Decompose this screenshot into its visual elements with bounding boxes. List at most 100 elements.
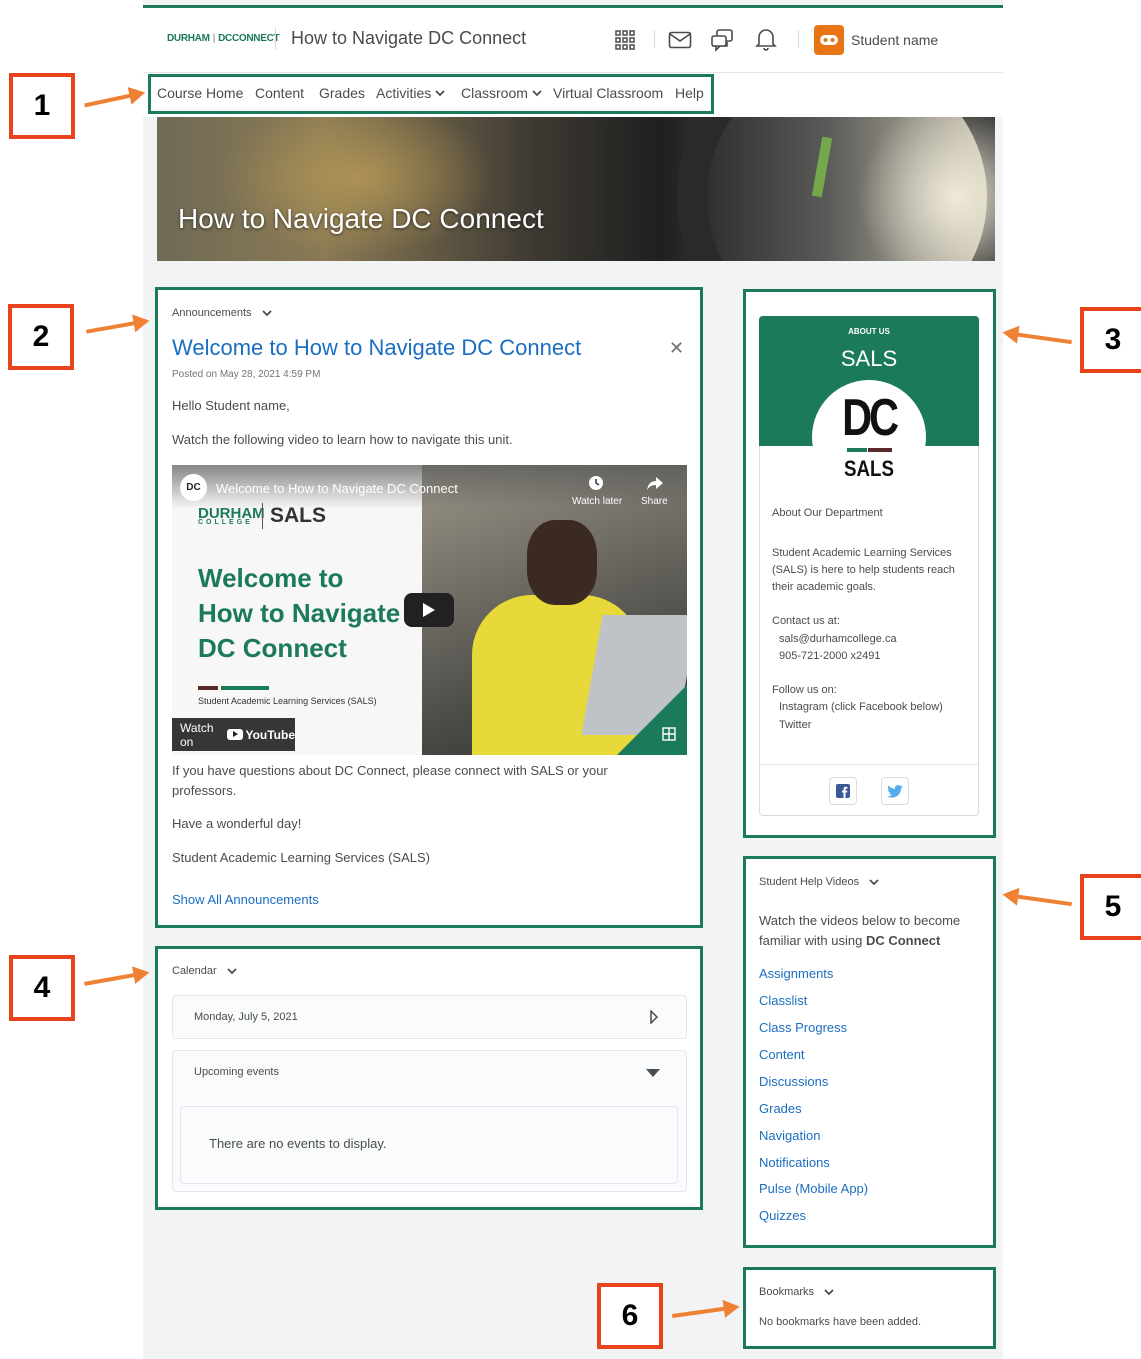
help-link-notifications[interactable]: Notifications	[759, 1155, 830, 1170]
course-banner-image	[157, 117, 995, 261]
video-title[interactable]: Welcome to How to Navigate DC Connect	[216, 481, 458, 496]
mask-icon	[820, 35, 838, 45]
bookmarks-widget-title[interactable]: Bookmarks	[759, 1286, 834, 1298]
header-divider	[798, 30, 799, 48]
video-brand-sals: SALS	[270, 504, 327, 527]
org-logo[interactable]: DURHAM | DCCONNECT	[167, 33, 280, 44]
announcements-widget-title[interactable]: Announcements	[172, 307, 272, 319]
twitter-button[interactable]	[881, 777, 909, 805]
about-heading: About Our Department	[772, 507, 883, 519]
announcement-intro: Watch the following video to learn how t…	[172, 432, 513, 447]
help-link-quizzes[interactable]: Quizzes	[759, 1208, 806, 1223]
help-link-pulse[interactable]: Pulse (Mobile App)	[759, 1181, 868, 1196]
callout-6: 6	[597, 1283, 663, 1349]
contact-label: Contact us at:	[772, 615, 840, 627]
help-link-discussions[interactable]: Discussions	[759, 1074, 828, 1089]
bell-icon[interactable]	[753, 26, 779, 52]
help-intro-bold: DC Connect	[865, 933, 941, 948]
discussion-icon[interactable]	[709, 27, 735, 53]
close-icon[interactable]: ✕	[669, 338, 684, 359]
about-desc-line: Student Academic Learning Services	[772, 547, 952, 559]
calendar-date: Monday, July 5, 2021	[194, 1011, 298, 1023]
course-title[interactable]: How to Navigate DC Connect	[291, 28, 526, 49]
grid-icon	[661, 726, 677, 747]
watch-on-youtube-button[interactable]: Watch on YouTube	[172, 718, 295, 751]
facebook-icon	[836, 784, 850, 798]
share-label[interactable]: Share	[641, 496, 668, 507]
about-name: SALS	[840, 346, 898, 371]
callout-4: 4	[9, 955, 75, 1021]
facebook-button[interactable]	[829, 777, 857, 805]
widget-title-label: Student Help Videos	[759, 876, 860, 888]
contact-email[interactable]: sals@durhamcollege.ca	[779, 633, 897, 645]
callout-arrow	[86, 320, 140, 334]
announcement-heading[interactable]: Welcome to How to Navigate DC Connect	[172, 335, 581, 361]
chevron-right-icon[interactable]	[650, 1010, 658, 1024]
banner-title: How to Navigate DC Connect	[178, 203, 544, 234]
calendar-date-row[interactable]: Monday, July 5, 2021	[172, 995, 687, 1039]
logo-dcconnect: DCCONNECT	[218, 33, 280, 44]
calendar-widget-title[interactable]: Calendar	[172, 965, 237, 977]
widget-title-label: Calendar	[172, 965, 217, 977]
help-intro-line1: Watch the videos below to become	[759, 913, 961, 928]
avatar[interactable]	[814, 25, 844, 55]
video-channel-logo[interactable]: DC	[180, 474, 207, 501]
announcement-questions-line1: If you have questions about DC Connect, …	[172, 763, 608, 778]
twitter-label: Twitter	[779, 719, 812, 731]
help-link-grades[interactable]: Grades	[759, 1101, 802, 1116]
youtube-label: YouTube	[245, 727, 295, 742]
watch-later-label[interactable]: Watch later	[572, 496, 622, 507]
chevron-down-icon	[227, 967, 237, 974]
clock-icon[interactable]	[588, 475, 604, 496]
no-bookmarks-message: No bookmarks have been added.	[759, 1316, 922, 1328]
waffle-icon[interactable]	[612, 27, 638, 53]
logo-durham: DURHAM	[167, 33, 210, 44]
chevron-down-icon	[869, 878, 879, 885]
video-headline-line3: DC Connect	[198, 633, 347, 663]
help-link-navigation[interactable]: Navigation	[759, 1128, 820, 1143]
help-link-class-progress[interactable]: Class Progress	[759, 1020, 847, 1035]
callout-2: 2	[8, 304, 74, 370]
caret-down-icon[interactable]	[646, 1069, 660, 1077]
video-accent-bar	[221, 686, 269, 690]
help-link-content[interactable]: Content	[759, 1047, 805, 1062]
announcement-date: Posted on May 28, 2021 4:59 PM	[172, 369, 321, 380]
upcoming-events-label: Upcoming events	[194, 1066, 279, 1078]
callout-1: 1	[9, 73, 75, 139]
sals-logo-dc: DC	[842, 389, 899, 447]
sals-logo-bar	[847, 448, 867, 452]
play-button[interactable]	[404, 593, 454, 627]
widget-title-label: Bookmarks	[759, 1286, 815, 1298]
student-name[interactable]: Student name	[851, 32, 938, 48]
chevron-down-icon	[261, 309, 272, 316]
no-events-message: There are no events to display.	[209, 1136, 387, 1151]
play-icon	[423, 603, 435, 617]
widget-title-label: Announcements	[172, 307, 252, 319]
callout-arrow	[84, 972, 140, 986]
video-headline-line2: How to Navigate	[198, 598, 401, 628]
about-desc-line: (SALS) is here to help students reach	[772, 564, 955, 576]
video-accent-bar	[198, 686, 218, 690]
callout-5: 5	[1080, 874, 1141, 940]
sals-logo-bar	[868, 448, 892, 452]
callout-3: 3	[1080, 307, 1141, 373]
help-link-assignments[interactable]: Assignments	[759, 966, 833, 981]
callout-arrow	[84, 92, 136, 108]
share-icon[interactable]	[646, 475, 664, 496]
video-brand-divider	[262, 503, 263, 529]
follow-label: Follow us on:	[772, 684, 837, 696]
callout-arrow	[1012, 331, 1072, 345]
video-subtitle: Student Academic Learning Services (SALS…	[198, 696, 377, 706]
video-headline-line1: Welcome to	[198, 563, 344, 593]
help-videos-widget-title[interactable]: Student Help Videos	[759, 876, 879, 888]
header-divider	[275, 28, 276, 50]
mail-icon[interactable]	[667, 27, 693, 53]
about-desc-line: their academic goals.	[772, 581, 876, 593]
announcement-signature: Student Academic Learning Services (SALS…	[172, 850, 430, 865]
help-link-classlist[interactable]: Classlist	[759, 993, 807, 1008]
navbar-highlight-box	[148, 74, 714, 114]
header-divider	[654, 30, 655, 48]
callout-arrow	[1012, 893, 1072, 907]
show-all-announcements-link[interactable]: Show All Announcements	[172, 892, 319, 907]
chevron-down-icon	[824, 1288, 834, 1295]
